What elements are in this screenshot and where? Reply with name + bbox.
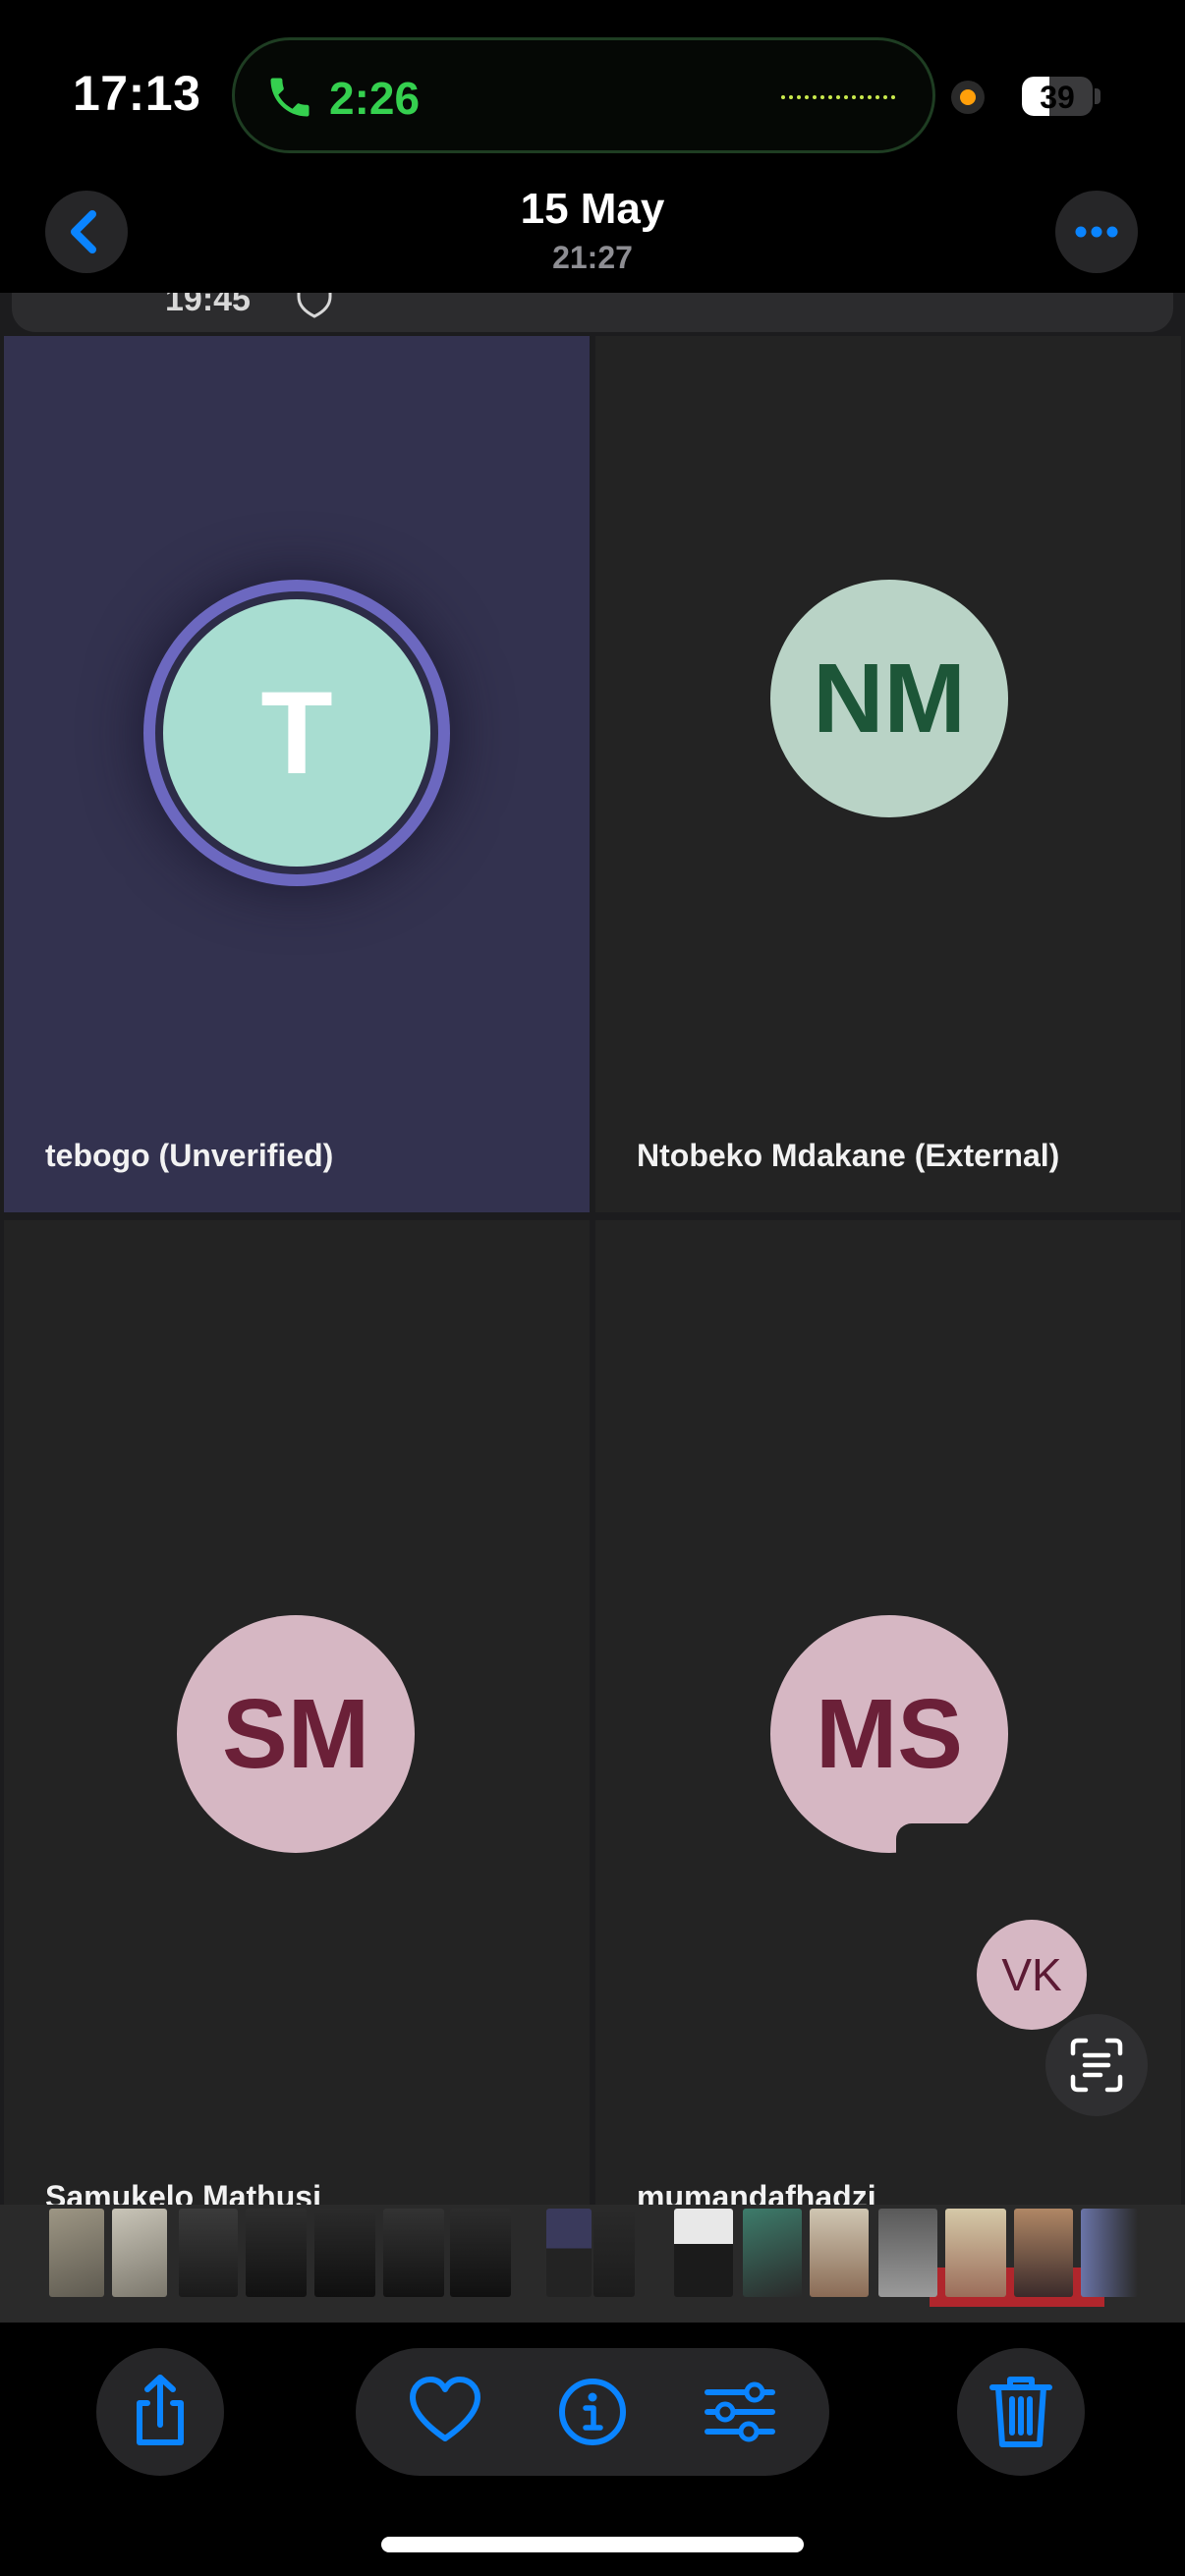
call-banner: 19:45	[12, 293, 1173, 332]
ellipsis-icon	[1075, 226, 1118, 238]
shield-icon	[297, 293, 332, 318]
thumbnail[interactable]	[49, 2209, 104, 2297]
thumbnail[interactable]	[383, 2209, 444, 2297]
battery-tip	[1095, 88, 1100, 104]
participant-name: tebogo (Unverified)	[45, 1138, 334, 1173]
info-icon	[559, 2379, 626, 2445]
thumbnail[interactable]	[112, 2209, 167, 2297]
microphone-in-use-indicator	[951, 81, 985, 114]
thumbnail[interactable]	[810, 2209, 869, 2297]
thumbnail[interactable]	[450, 2209, 511, 2297]
screenshot-image[interactable]: 19:45 T tebogo (Unverified) NM Ntobeko M…	[0, 293, 1185, 2254]
info-button[interactable]	[538, 2348, 647, 2476]
heart-icon	[410, 2377, 480, 2441]
adjust-button[interactable]	[686, 2348, 794, 2476]
thumbnail[interactable]	[743, 2209, 802, 2297]
thumbnail[interactable]	[246, 2209, 307, 2297]
delete-button[interactable]	[957, 2348, 1085, 2476]
photo-actions-group	[356, 2348, 829, 2476]
thumbnail-current[interactable]	[593, 2209, 635, 2297]
photo-time: 21:27	[552, 240, 633, 275]
share-button[interactable]	[96, 2348, 224, 2476]
photo-thumbnail-strip[interactable]	[0, 2205, 1185, 2323]
live-text-button[interactable]	[1045, 2014, 1148, 2116]
participant-tile: SM Samukelo Mathusi	[4, 1220, 590, 2246]
participant-tile: NM Ntobeko Mdakane (External)	[595, 336, 1181, 1212]
favorite-button[interactable]	[391, 2348, 499, 2476]
battery-level: 39	[1040, 80, 1075, 115]
avatar-notch	[896, 1823, 981, 1863]
share-icon	[137, 2375, 184, 2445]
participant-name: Ntobeko Mdakane (External)	[637, 1138, 1060, 1173]
participant-tile-speaking: T tebogo (Unverified)	[4, 336, 590, 1212]
home-indicator[interactable]	[381, 2537, 804, 2552]
participant-avatar: SM	[177, 1615, 415, 1853]
thumbnail[interactable]	[674, 2209, 733, 2297]
participant-tile: MS VK mumandafhadzi	[595, 1220, 1181, 2246]
phone-icon	[270, 78, 310, 117]
call-timer: 2:26	[329, 73, 421, 124]
participant-avatar: NM	[770, 580, 1008, 817]
audio-waveform-icon	[781, 95, 895, 99]
thumbnail[interactable]	[179, 2209, 238, 2297]
participant-avatar: T	[163, 599, 430, 867]
thumbnail[interactable]	[1081, 2209, 1138, 2297]
participant-avatar: MS	[770, 1615, 1008, 1853]
live-text-icon	[1070, 2038, 1123, 2093]
thumbnail[interactable]	[314, 2209, 375, 2297]
sliders-icon	[705, 2381, 775, 2442]
more-options-button[interactable]	[1055, 191, 1138, 273]
trash-icon	[989, 2377, 1052, 2447]
photo-date: 15 May	[520, 185, 665, 233]
thumbnail[interactable]	[1014, 2209, 1073, 2297]
thumbnail-current[interactable]	[546, 2209, 592, 2297]
status-time: 17:13	[73, 66, 201, 121]
banner-time: 19:45	[165, 293, 251, 318]
active-call-pill[interactable]: 2:26	[232, 37, 935, 153]
thumbnail[interactable]	[878, 2209, 937, 2297]
thumbnail[interactable]	[945, 2209, 1006, 2297]
battery-icon: 39	[1022, 77, 1093, 116]
